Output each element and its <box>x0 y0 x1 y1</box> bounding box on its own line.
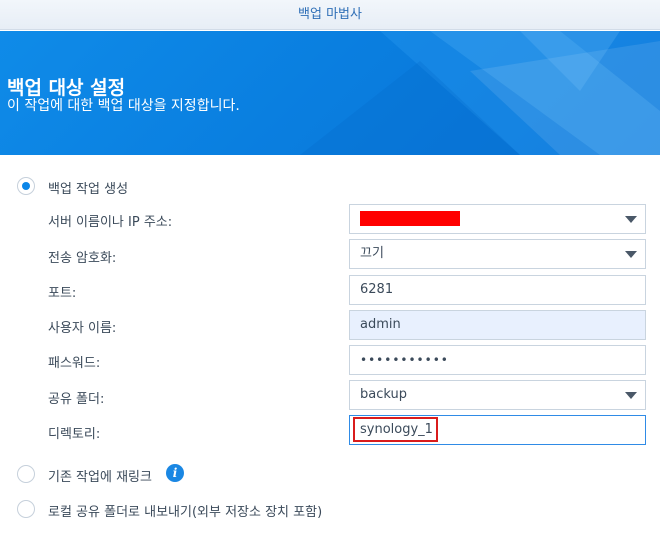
highlight-box <box>353 417 438 442</box>
shared-folder-select[interactable]: backup <box>349 380 646 410</box>
port-label: 포트: <box>48 286 77 301</box>
export-local-radio[interactable] <box>17 500 35 518</box>
encryption-value: 끄기 <box>360 246 384 261</box>
redacted-server-value <box>360 211 460 226</box>
password-input[interactable]: ••••••••••• <box>349 345 646 375</box>
password-value: ••••••••••• <box>360 353 449 367</box>
header-banner: 백업 대상 설정 이 작업에 대한 백업 대상을 지정합니다. <box>0 31 660 155</box>
shared-folder-value: backup <box>360 387 407 402</box>
password-label: 패스워드: <box>48 356 101 371</box>
directory-input[interactable]: synology_1 <box>349 415 646 445</box>
encryption-label: 전송 암호화: <box>48 251 117 266</box>
chevron-down-icon[interactable] <box>625 392 637 399</box>
server-combobox[interactable] <box>349 204 646 234</box>
username-label: 사용자 이름: <box>48 321 117 336</box>
port-input[interactable]: 6281 <box>349 275 646 305</box>
chevron-down-icon[interactable] <box>625 216 637 223</box>
window-title: 백업 마법사 <box>0 0 660 30</box>
shared-folder-label: 공유 폴더: <box>48 392 105 407</box>
export-local-label: 로컬 공유 폴더로 내보내기(외부 저장소 장치 포함) <box>48 505 323 520</box>
directory-label: 디렉토리: <box>48 427 101 442</box>
relink-task-label: 기존 작업에 재링크 <box>48 470 152 485</box>
create-task-label: 백업 작업 생성 <box>48 182 129 197</box>
username-input[interactable]: admin <box>349 310 646 340</box>
encryption-select[interactable]: 끄기 <box>349 239 646 269</box>
page-subtitle: 이 작업에 대한 백업 대상을 지정합니다. <box>7 98 240 114</box>
port-value: 6281 <box>360 282 394 297</box>
relink-task-radio[interactable] <box>17 465 35 483</box>
info-icon[interactable]: i <box>166 464 184 482</box>
server-label: 서버 이름이나 IP 주소: <box>48 215 173 230</box>
chevron-down-icon[interactable] <box>625 251 637 258</box>
create-task-radio[interactable] <box>17 177 35 195</box>
username-value: admin <box>360 317 401 332</box>
